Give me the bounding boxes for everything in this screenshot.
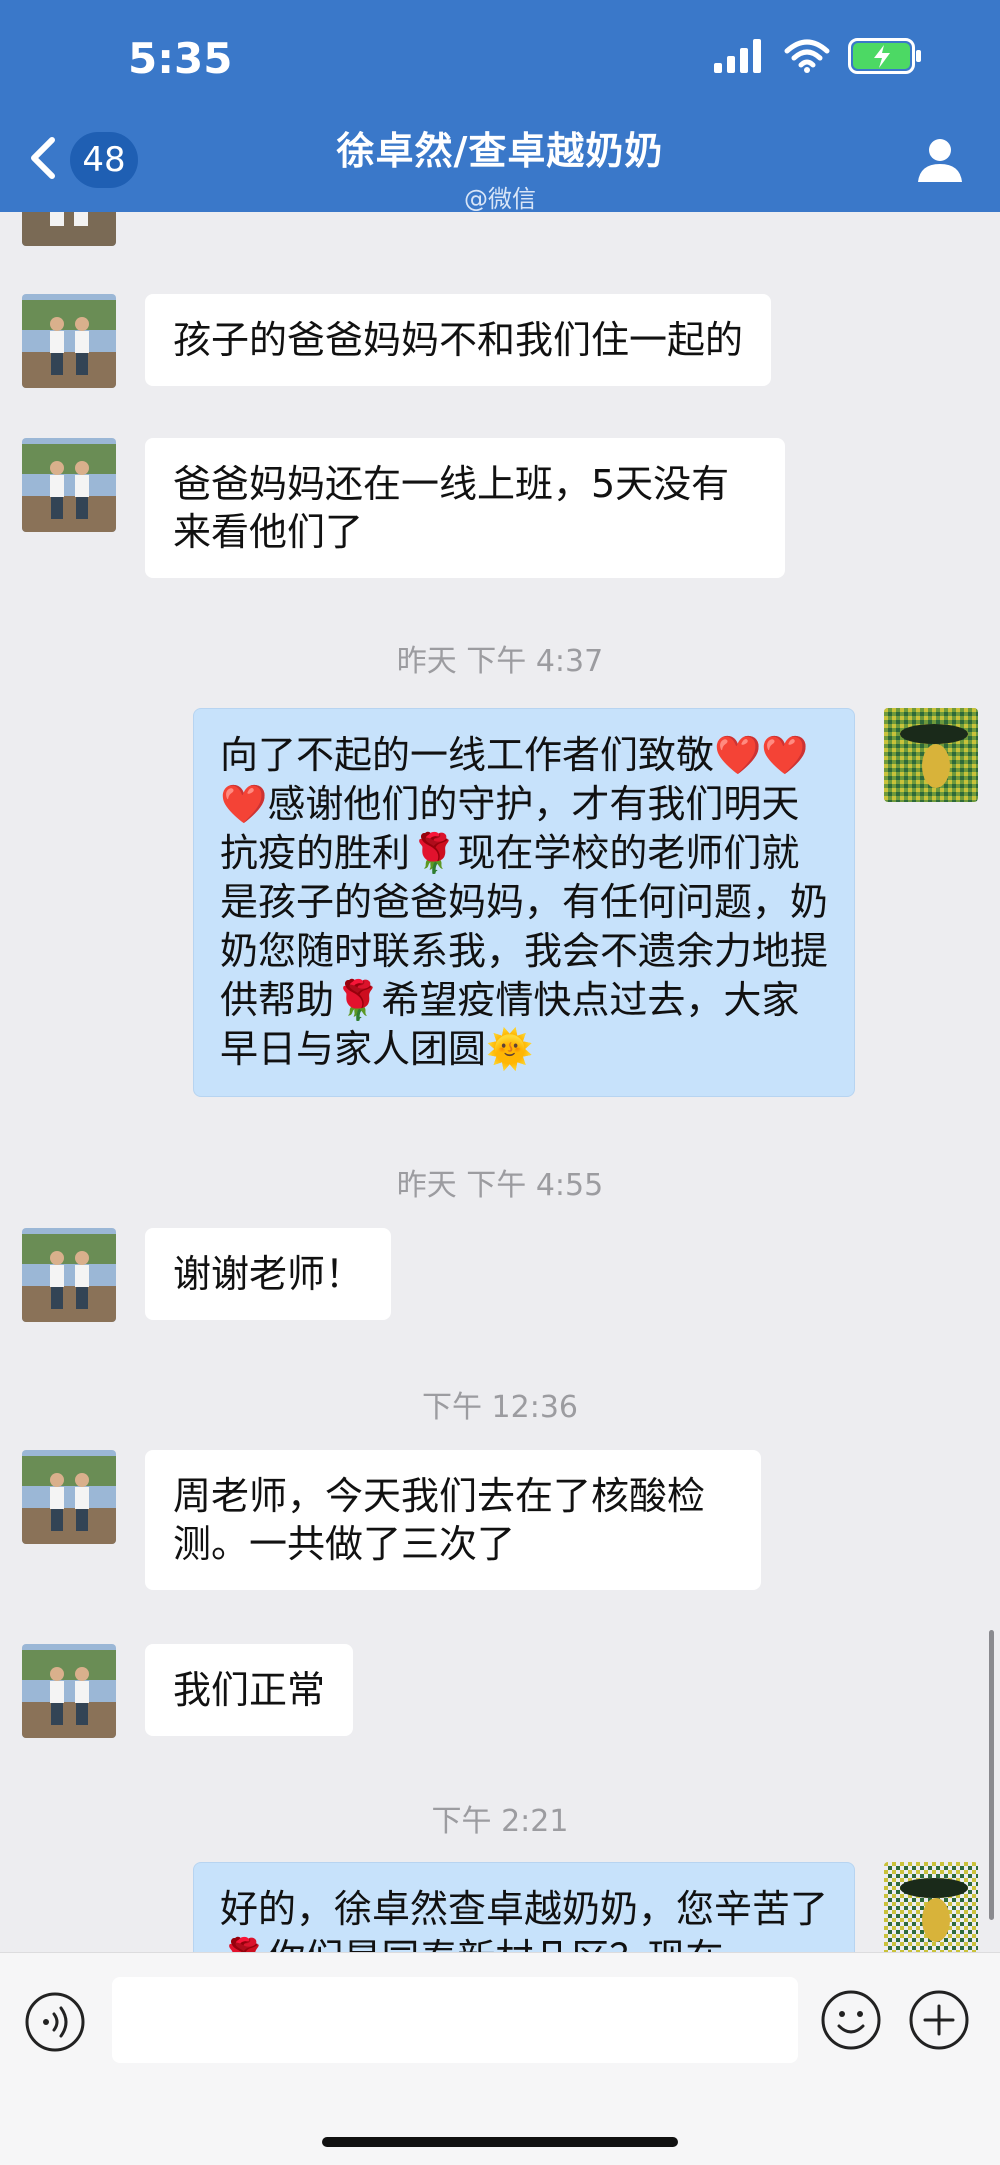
chat-header: 5:35 48 徐卓然/查卓越奶奶 @微信 bbox=[0, 0, 1000, 214]
scrollbar[interactable] bbox=[989, 1630, 994, 1920]
status-icons bbox=[714, 38, 922, 74]
contact-avatar[interactable] bbox=[22, 212, 116, 246]
chat-title: 徐卓然/查卓越奶奶 bbox=[336, 129, 664, 173]
unread-count-badge[interactable]: 48 bbox=[70, 132, 138, 188]
message-bubble-outgoing[interactable]: 向了不起的一线工作者们致敬❤️❤️❤️感谢他们的守护，才有我们明天抗疫的胜利🌹现… bbox=[193, 708, 855, 1097]
timestamp: 下午 12:36 bbox=[422, 1390, 578, 1425]
chat-title-area: 徐卓然/查卓越奶奶 @微信 bbox=[200, 120, 800, 214]
message-input[interactable] bbox=[112, 1977, 798, 2063]
message-list[interactable]: 孩子的爸爸妈妈不和我们住一起的 爸爸妈妈还在一线上班，5天没有来看他们了 昨天 … bbox=[0, 212, 1000, 1952]
message-bubble-incoming[interactable]: 周老师，今天我们去在了核酸检测。一共做了三次了 bbox=[145, 1450, 761, 1590]
message-bubble-incoming[interactable]: 爸爸妈妈还在一线上班，5天没有来看他们了 bbox=[145, 438, 785, 578]
profile-icon[interactable] bbox=[916, 136, 964, 184]
contact-avatar[interactable] bbox=[22, 1228, 116, 1322]
wifi-icon bbox=[784, 39, 830, 73]
my-avatar[interactable] bbox=[884, 1862, 978, 1952]
message-bubble-incoming[interactable]: 孩子的爸爸妈妈不和我们住一起的 bbox=[145, 294, 772, 386]
signal-icon bbox=[714, 39, 761, 73]
chat-subtitle: @微信 bbox=[464, 185, 536, 213]
message-bubble-outgoing[interactable]: 好的，徐卓然查卓越奶奶，您辛苦了🌹你们是同泰新村几区？现在 bbox=[193, 1862, 855, 1952]
timestamp: 昨天 下午 4:55 bbox=[396, 1168, 604, 1203]
timestamp: 下午 2:21 bbox=[431, 1804, 569, 1839]
battery-icon bbox=[848, 38, 921, 74]
message-bubble-incoming[interactable]: 我们正常 bbox=[145, 1644, 354, 1736]
input-bar bbox=[0, 1952, 1000, 2165]
contact-avatar[interactable] bbox=[22, 1450, 116, 1544]
contact-avatar[interactable] bbox=[22, 438, 116, 532]
back-chevron-icon[interactable] bbox=[28, 136, 58, 180]
emoji-icon[interactable] bbox=[820, 1989, 882, 2051]
contact-avatar[interactable] bbox=[22, 294, 116, 388]
status-time: 5:35 bbox=[128, 34, 233, 83]
my-avatar[interactable] bbox=[884, 708, 978, 802]
message-bubble-incoming[interactable]: 谢谢老师！ bbox=[145, 1228, 392, 1320]
voice-icon[interactable] bbox=[24, 1991, 86, 2053]
plus-icon[interactable] bbox=[908, 1989, 970, 2051]
home-indicator bbox=[322, 2137, 678, 2147]
contact-avatar[interactable] bbox=[22, 1644, 116, 1738]
timestamp: 昨天 下午 4:37 bbox=[396, 644, 604, 679]
